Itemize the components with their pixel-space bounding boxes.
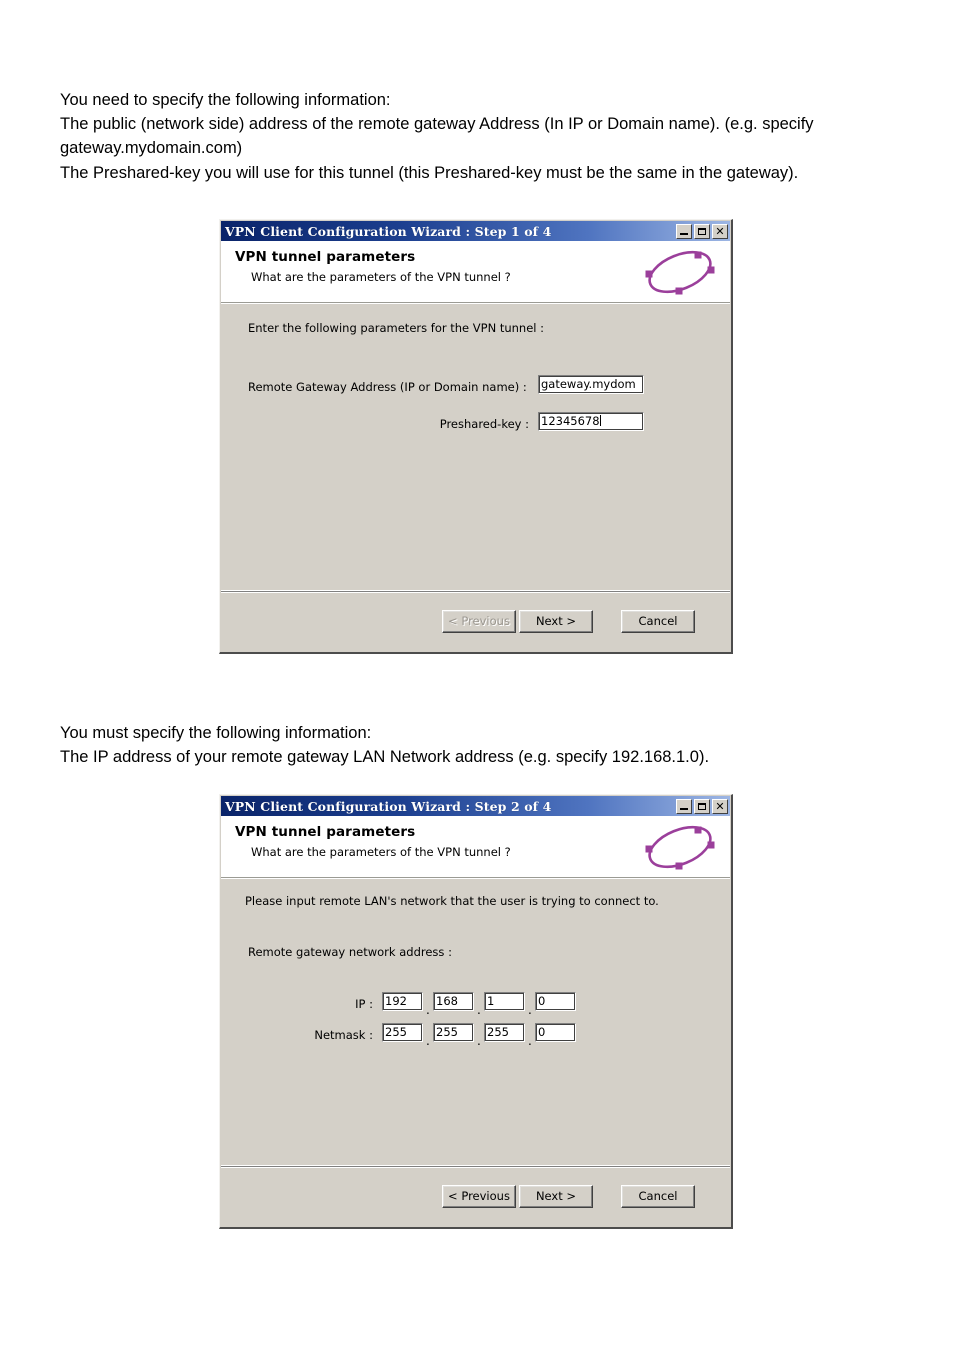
preshared-key-input[interactable]: 12345678 — [538, 412, 644, 431]
dialog-inner-frame-step1: VPN Client Configuration Wizard : Step 1… — [220, 220, 731, 652]
remote-gateway-address-input[interactable]: gateway.mydom — [538, 375, 644, 394]
body-intro-step1: Enter the following parameters for the V… — [248, 321, 544, 335]
netmask-octet-1-input[interactable]: 255 — [382, 1023, 423, 1042]
ip-octet-1-input[interactable]: 192 — [382, 992, 423, 1011]
paragraph-one-line-1: You need to specify the following inform… — [60, 91, 391, 109]
maximize-button-step2[interactable] — [694, 798, 710, 814]
netmask-octet-3-input[interactable]: 255 — [484, 1023, 525, 1042]
footer-separator-step2 — [221, 1166, 730, 1168]
vpn-tunnel-ring-logo-icon — [636, 821, 724, 873]
ip-dot-3: . — [528, 1003, 532, 1017]
remote-gateway-network-label: Remote gateway network address : — [248, 945, 452, 959]
window-controls-step2: ✕ — [676, 798, 728, 814]
remote-gateway-address-label: Remote Gateway Address (IP or Domain nam… — [248, 380, 527, 394]
minimize-button-step2[interactable] — [676, 798, 692, 814]
paragraph-one-line-2: The public (network side) address of the… — [60, 115, 814, 158]
ip-octet-3-input[interactable]: 1 — [484, 992, 525, 1011]
close-icon: ✕ — [715, 799, 725, 813]
dialog-body-step1: Enter the following parameters for the V… — [221, 303, 730, 590]
titlebar-title-step1: VPN Client Configuration Wizard : Step 1… — [225, 223, 552, 239]
footer-separator-step1 — [221, 591, 730, 593]
dialog-footer-step1: < Previous Next > Cancel — [221, 590, 730, 650]
ip-label: IP : — [355, 997, 373, 1011]
maximize-icon — [698, 227, 706, 235]
body-intro-step2: Please input remote LAN's network that t… — [245, 894, 659, 908]
cancel-button-step2[interactable]: Cancel — [621, 1185, 695, 1208]
preshared-key-label: Preshared-key : — [439, 417, 529, 431]
close-button-step1[interactable]: ✕ — [712, 223, 728, 239]
titlebar-title-step2: VPN Client Configuration Wizard : Step 2… — [225, 798, 552, 814]
window-controls-step1: ✕ — [676, 223, 728, 239]
intro-paragraph-one: You need to specify the following inform… — [60, 88, 892, 185]
netmask-octet-4-input[interactable]: 0 — [535, 1023, 576, 1042]
next-button-step1[interactable]: Next > — [519, 610, 593, 633]
vpn-wizard-dialog-step1: VPN Client Configuration Wizard : Step 1… — [219, 219, 733, 654]
minimize-icon — [680, 232, 688, 235]
cancel-button-step1[interactable]: Cancel — [621, 610, 695, 633]
close-button-step2[interactable]: ✕ — [712, 798, 728, 814]
netmask-dot-3: . — [528, 1034, 532, 1048]
ip-dot-1: . — [426, 1003, 430, 1017]
vpn-tunnel-ring-logo-icon — [636, 246, 724, 298]
dialog-body-step2: Please input remote LAN's network that t… — [221, 878, 730, 1165]
dialog-inner-frame-step2: VPN Client Configuration Wizard : Step 2… — [220, 795, 731, 1227]
intro-paragraph-two: You must specify the following informati… — [60, 721, 892, 769]
titlebar-step2[interactable]: VPN Client Configuration Wizard : Step 2… — [221, 796, 730, 816]
next-button-step2[interactable]: Next > — [519, 1185, 593, 1208]
netmask-label: Netmask : — [314, 1028, 373, 1042]
titlebar-step1[interactable]: VPN Client Configuration Wizard : Step 1… — [221, 221, 730, 241]
close-icon: ✕ — [715, 224, 725, 238]
ip-octet-4-input[interactable]: 0 — [535, 992, 576, 1011]
header-band-step1: VPN tunnel parameters What are the param… — [221, 241, 730, 303]
netmask-octet-2-input[interactable]: 255 — [433, 1023, 474, 1042]
netmask-dot-2: . — [477, 1034, 481, 1048]
minimize-button-step1[interactable] — [676, 223, 692, 239]
dialog-footer-step2: < Previous Next > Cancel — [221, 1165, 730, 1225]
vpn-wizard-dialog-step2: VPN Client Configuration Wizard : Step 2… — [219, 794, 733, 1229]
previous-button-step2[interactable]: < Previous — [442, 1185, 516, 1208]
header-band-step2: VPN tunnel parameters What are the param… — [221, 816, 730, 878]
ip-octet-2-input[interactable]: 168 — [433, 992, 474, 1011]
paragraph-two-line-2: The IP address of your remote gateway LA… — [60, 748, 710, 767]
paragraph-one-line-3: The Preshared-key you will use for this … — [60, 163, 799, 182]
ip-dot-2: . — [477, 1003, 481, 1017]
previous-button-step1[interactable]: < Previous — [442, 610, 516, 633]
netmask-dot-1: . — [426, 1034, 430, 1048]
paragraph-two-line-1: You must specify the following informati… — [60, 724, 372, 742]
maximize-icon — [698, 802, 706, 810]
maximize-button-step1[interactable] — [694, 223, 710, 239]
minimize-icon — [680, 807, 688, 810]
